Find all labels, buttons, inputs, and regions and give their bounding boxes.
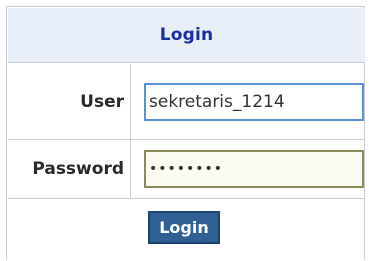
button-row: Login [8, 199, 365, 261]
user-label: User [80, 91, 124, 112]
user-row: User [8, 64, 365, 140]
user-label-cell: User [8, 64, 131, 139]
login-button[interactable]: Login [148, 211, 220, 244]
password-label: Password [32, 159, 124, 179]
login-title: Login [159, 25, 214, 45]
login-form: Login User Password Login [6, 6, 365, 260]
password-input[interactable] [144, 150, 364, 188]
user-input[interactable] [144, 83, 364, 121]
login-header: Login [8, 8, 365, 63]
password-row: Password [8, 140, 365, 199]
password-label-cell: Password [8, 140, 131, 198]
